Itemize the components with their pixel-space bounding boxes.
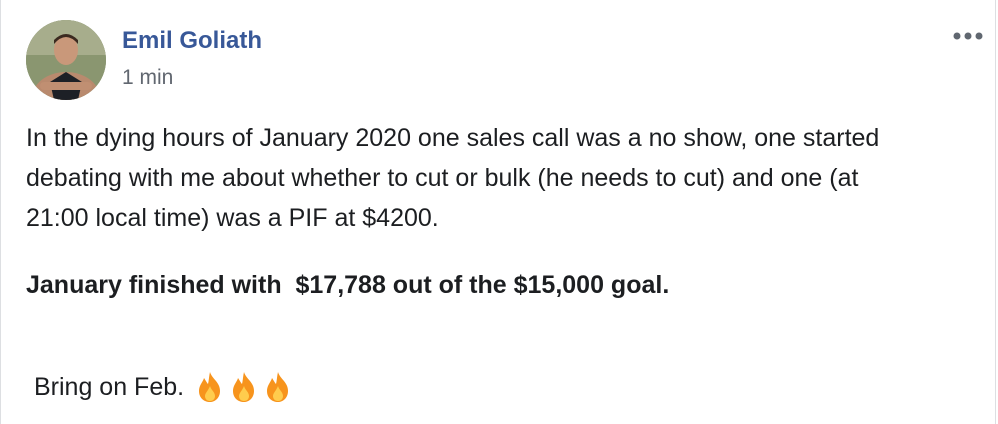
fire-icon bbox=[262, 370, 294, 404]
author-name-link[interactable]: Emil Goliath bbox=[122, 27, 262, 55]
ellipsis-horizontal-icon bbox=[953, 32, 983, 40]
post-closing-line: Bring on Feb. bbox=[34, 370, 294, 404]
post-text-line: debating with me about whether to cut or… bbox=[26, 164, 859, 192]
post-body: In the dying hours of January 2020 one s… bbox=[26, 118, 976, 238]
post-timestamp[interactable]: 1 min bbox=[122, 66, 173, 90]
avatar[interactable] bbox=[26, 20, 106, 100]
fire-icon bbox=[228, 370, 260, 404]
emoji-group bbox=[194, 370, 294, 404]
post-card: Emil Goliath 1 min In the dying hours of… bbox=[0, 0, 996, 424]
avatar-image bbox=[26, 20, 106, 100]
closing-text: Bring on Feb. bbox=[34, 372, 185, 401]
post-text-line: In the dying hours of January 2020 one s… bbox=[26, 124, 880, 152]
more-options-button[interactable] bbox=[949, 27, 987, 45]
post-bold-text: January finished with $17,788 out of the… bbox=[26, 271, 670, 299]
post-text-line: 21:00 local time) was a PIF at $4200. bbox=[26, 204, 439, 232]
fire-icon bbox=[194, 370, 226, 404]
